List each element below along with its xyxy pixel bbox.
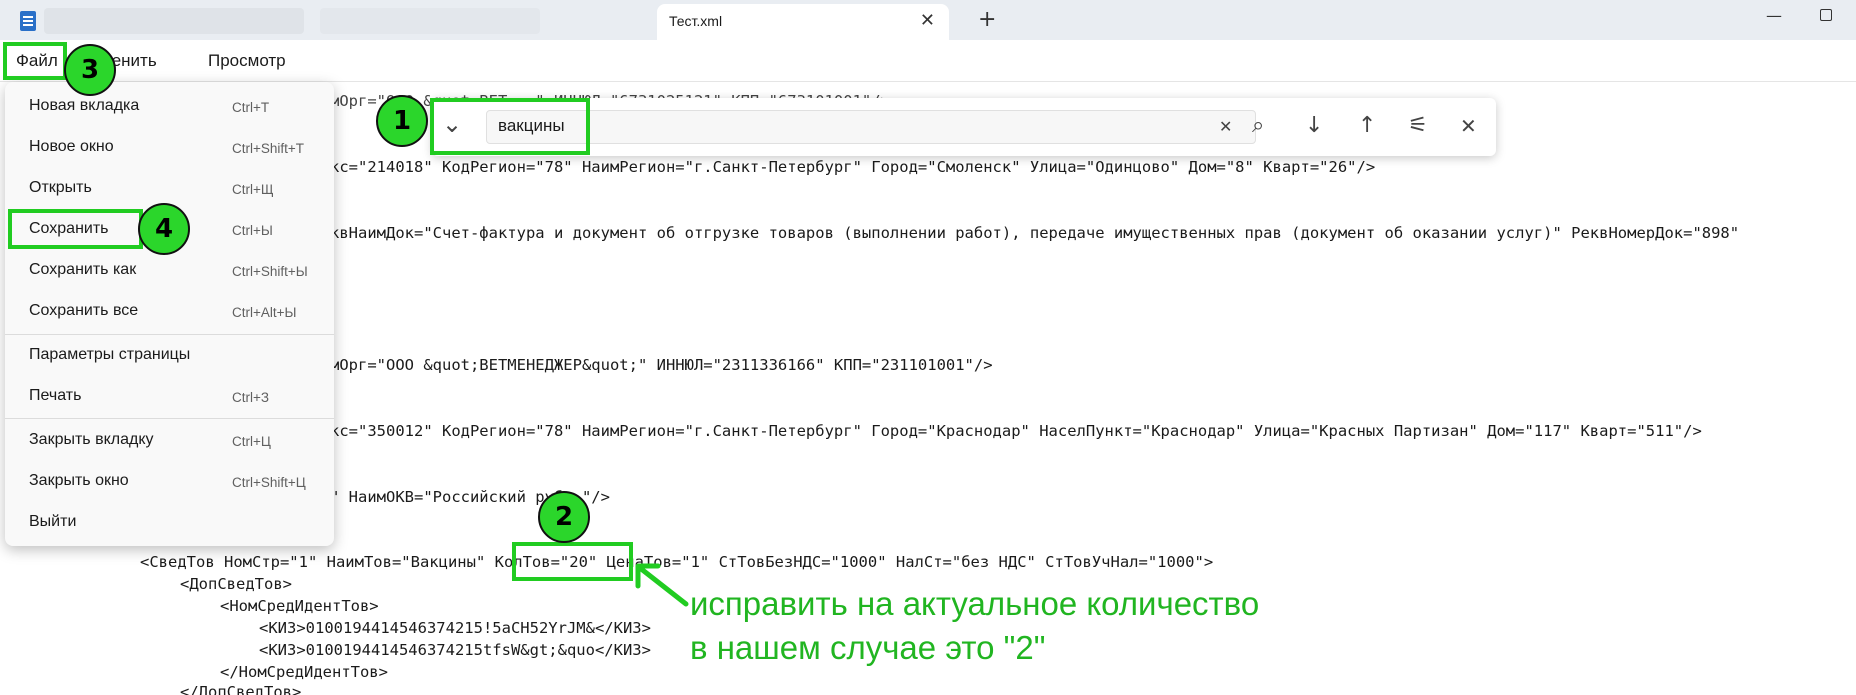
step-marker-3: 3 [64,44,116,96]
step-marker-1: 1 [376,95,428,147]
step-marker-2: 2 [538,491,590,543]
menu-item-new-tab[interactable]: Новая вкладка [29,97,139,115]
code-line: <ДопСведТов> [180,575,292,593]
menu-item-exit[interactable]: Выйти [29,513,76,531]
highlight-save-item [8,209,143,249]
shortcut-label: Ctrl+Alt+Ы [232,305,297,320]
shortcut-label: Ctrl+Щ [232,182,274,197]
file-menu: Новая вкладка Ctrl+T Новое окно Ctrl+Shi… [5,82,334,546]
close-tab-icon[interactable]: ✕ [920,10,935,31]
blurred-tab-area [44,8,304,34]
highlight-find-field [430,98,590,155]
code-line: кс="214018" КодРегион="78" НаимРегион="г… [330,158,1376,176]
blurred-tab-area [320,8,540,34]
menu-item-save-as[interactable]: Сохранить как [29,261,136,279]
code-line: </НомСредИдентТов> [220,663,388,681]
menu-separator [5,334,334,335]
find-input[interactable] [486,110,1256,144]
shortcut-label: Ctrl+Shift+Ц [232,475,306,490]
step-marker-4: 4 [138,203,190,255]
find-previous-icon[interactable]: ↑ [1358,113,1376,138]
highlight-quantity-attr [512,542,633,581]
annotation-arrow [635,563,689,607]
menu-bar: Файл менить Просмотр [0,40,1856,82]
close-find-icon[interactable]: ✕ [1460,114,1477,138]
menu-item-open[interactable]: Открыть [29,179,92,197]
shortcut-label: Ctrl+Ц [232,434,271,449]
annotation-note-line-1: исправить на актуальное количество [690,585,1260,622]
find-next-icon[interactable]: ↓ [1305,113,1323,138]
shortcut-label: Ctrl+Shift+T [232,141,305,156]
shortcut-label: Ctrl+З [232,390,270,405]
code-line: кс="350012" КодРегион="78" НаимРегион="г… [330,422,1702,440]
code-line: квНаимДок="Счет-фактура и документ об от… [330,224,1740,242]
code-line: <КИЗ>0100194414546374215!5aCH52YrJM&</КИ… [259,619,651,637]
menu-item-save-all[interactable]: Сохранить все [29,302,138,320]
title-bar: Тест.xml ✕ + — [0,0,1856,40]
menu-view[interactable]: Просмотр [208,51,286,71]
options-icon[interactable]: ⚟ [1408,113,1428,138]
clear-icon[interactable]: ✕ [1219,117,1232,136]
code-line: </ДопСведТов> [180,683,302,695]
minimize-icon[interactable]: — [1766,6,1782,25]
shortcut-label: Ctrl+Ы [232,223,273,238]
shortcut-label: Ctrl+T [232,100,270,115]
highlight-file-menu [3,42,67,80]
tab-test-xml[interactable]: Тест.xml ✕ [657,4,949,40]
menu-item-close-tab[interactable]: Закрыть вкладку [29,431,154,449]
annotation-note-line-2: в нашем случае это "2" [690,629,1046,666]
code-line: мОрг="ООО &quot;ВЕТМЕНЕДЖЕР&quot;" ИННЮЛ… [330,356,993,374]
code-line: <НомСредИдентТов> [220,597,379,615]
maximize-icon[interactable] [1820,9,1832,21]
search-icon[interactable]: ⌕ [1252,113,1264,138]
menu-item-new-window[interactable]: Новое окно [29,138,114,156]
notepad-app-icon [20,11,36,31]
menu-item-print[interactable]: Печать [29,387,81,405]
menu-separator [5,418,334,419]
new-tab-icon[interactable]: + [978,7,996,32]
tab-title: Тест.xml [669,13,723,29]
menu-item-close-window[interactable]: Закрыть окно [29,472,129,490]
menu-item-page-setup[interactable]: Параметры страницы [29,346,190,364]
code-line: <КИЗ>0100194414546374215tfsW&gt;&quo</КИ… [259,641,651,659]
shortcut-label: Ctrl+Shift+Ы [232,264,308,279]
